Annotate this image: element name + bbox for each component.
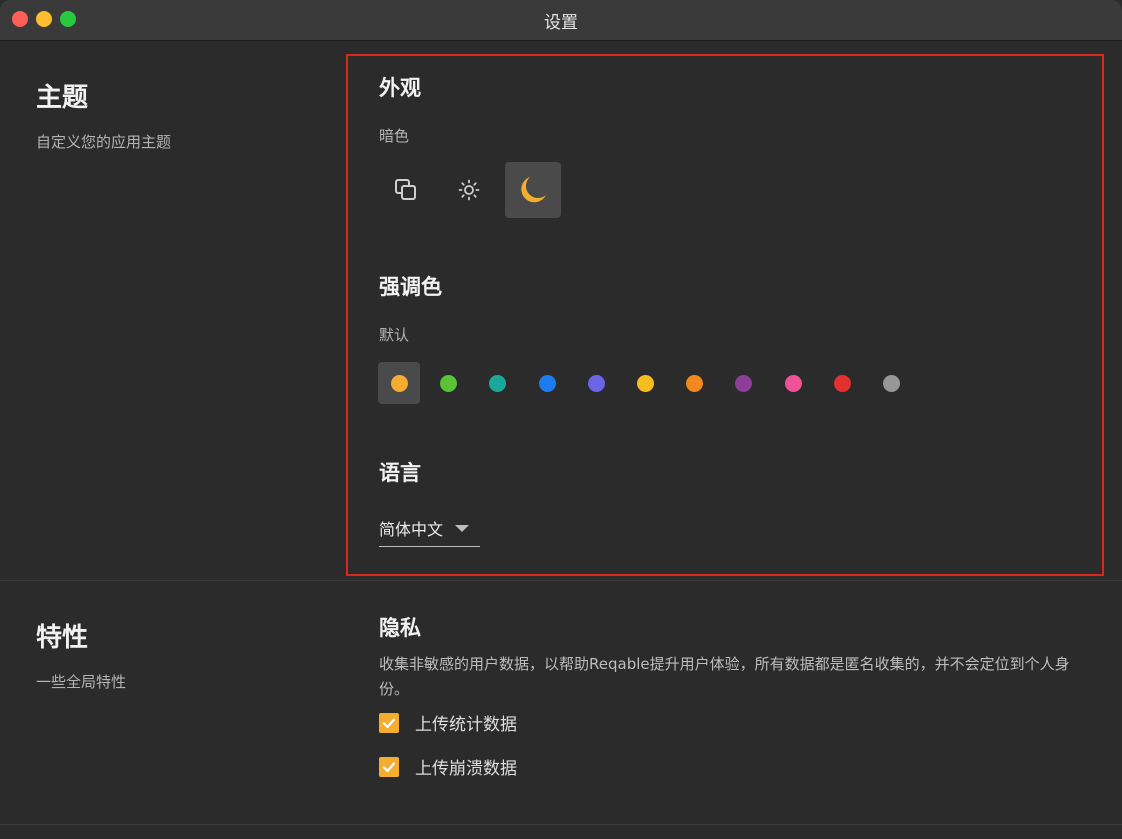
accent-color-dot <box>439 374 457 392</box>
window-controls <box>12 11 76 27</box>
accent-color-dot <box>390 374 408 392</box>
appearance-current-mode: 暗色 <box>379 127 410 145</box>
bottom-divider <box>0 824 1122 825</box>
system-mode-button[interactable] <box>378 162 434 218</box>
system-mode-icon <box>395 179 416 200</box>
features-section-subtitle: 一些全局特性 <box>36 673 127 691</box>
theme-section-subtitle: 自定义您的应用主题 <box>36 133 172 151</box>
checkmark-icon <box>382 761 396 772</box>
minimize-window-button[interactable] <box>36 11 52 27</box>
sun-icon <box>458 179 480 201</box>
accent-current: 默认 <box>379 326 410 344</box>
upload-stats-option[interactable]: 上传统计数据 <box>379 710 517 735</box>
theme-section-title: 主题 <box>36 83 89 113</box>
upload-stats-checkbox[interactable] <box>379 712 399 733</box>
maximize-window-button[interactable] <box>60 11 76 27</box>
accent-swatch[interactable] <box>526 362 568 404</box>
close-window-button[interactable] <box>12 11 28 27</box>
appearance-heading: 外观 <box>379 76 421 100</box>
features-section <box>0 580 1122 825</box>
accent-swatch[interactable] <box>378 362 420 404</box>
accent-color-dot <box>488 374 506 392</box>
checkmark-icon <box>382 717 396 728</box>
accent-swatch[interactable] <box>624 362 666 404</box>
accent-color-dot <box>685 374 703 392</box>
settings-window: 设置 主题 自定义您的应用主题 外观 暗色 强调色 默认 语言 简体中文 特性 … <box>0 0 1122 839</box>
accent-swatch[interactable] <box>722 362 764 404</box>
accent-color-dot <box>734 374 752 392</box>
dark-mode-button[interactable] <box>505 162 561 218</box>
theme-settings-highlight <box>346 54 1104 576</box>
accent-swatch[interactable] <box>821 362 863 404</box>
accent-color-dot <box>636 374 654 392</box>
accent-swatch[interactable] <box>870 362 912 404</box>
moon-icon <box>521 177 546 203</box>
accent-swatch[interactable] <box>427 362 469 404</box>
accent-swatch[interactable] <box>673 362 715 404</box>
language-value: 简体中文 <box>379 520 444 539</box>
upload-stats-label: 上传统计数据 <box>415 715 517 735</box>
upload-crash-checkbox[interactable] <box>379 756 399 777</box>
upload-crash-label: 上传崩溃数据 <box>415 759 517 779</box>
window-title: 设置 <box>544 12 578 33</box>
upload-crash-option[interactable]: 上传崩溃数据 <box>379 754 517 779</box>
accent-color-dot <box>833 374 851 392</box>
features-section-title: 特性 <box>36 623 89 653</box>
accent-swatch[interactable] <box>772 362 814 404</box>
accent-swatch[interactable] <box>575 362 617 404</box>
language-heading: 语言 <box>379 461 421 485</box>
accent-color-dot <box>587 374 605 392</box>
privacy-description: 收集非敏感的用户数据，以帮助Reqable提升用户体验，所有数据都是匿名收集的，… <box>379 655 1070 698</box>
chevron-down-icon <box>455 524 470 532</box>
accent-color-dot <box>784 374 802 392</box>
privacy-heading: 隐私 <box>379 616 421 640</box>
accent-color-dot <box>882 374 900 392</box>
accent-heading: 强调色 <box>379 275 442 299</box>
accent-color-dot <box>538 374 556 392</box>
light-mode-button[interactable] <box>441 162 497 218</box>
accent-swatch[interactable] <box>476 362 518 404</box>
title-bar: 设置 <box>0 0 1122 41</box>
language-select[interactable]: 简体中文 <box>379 510 480 547</box>
